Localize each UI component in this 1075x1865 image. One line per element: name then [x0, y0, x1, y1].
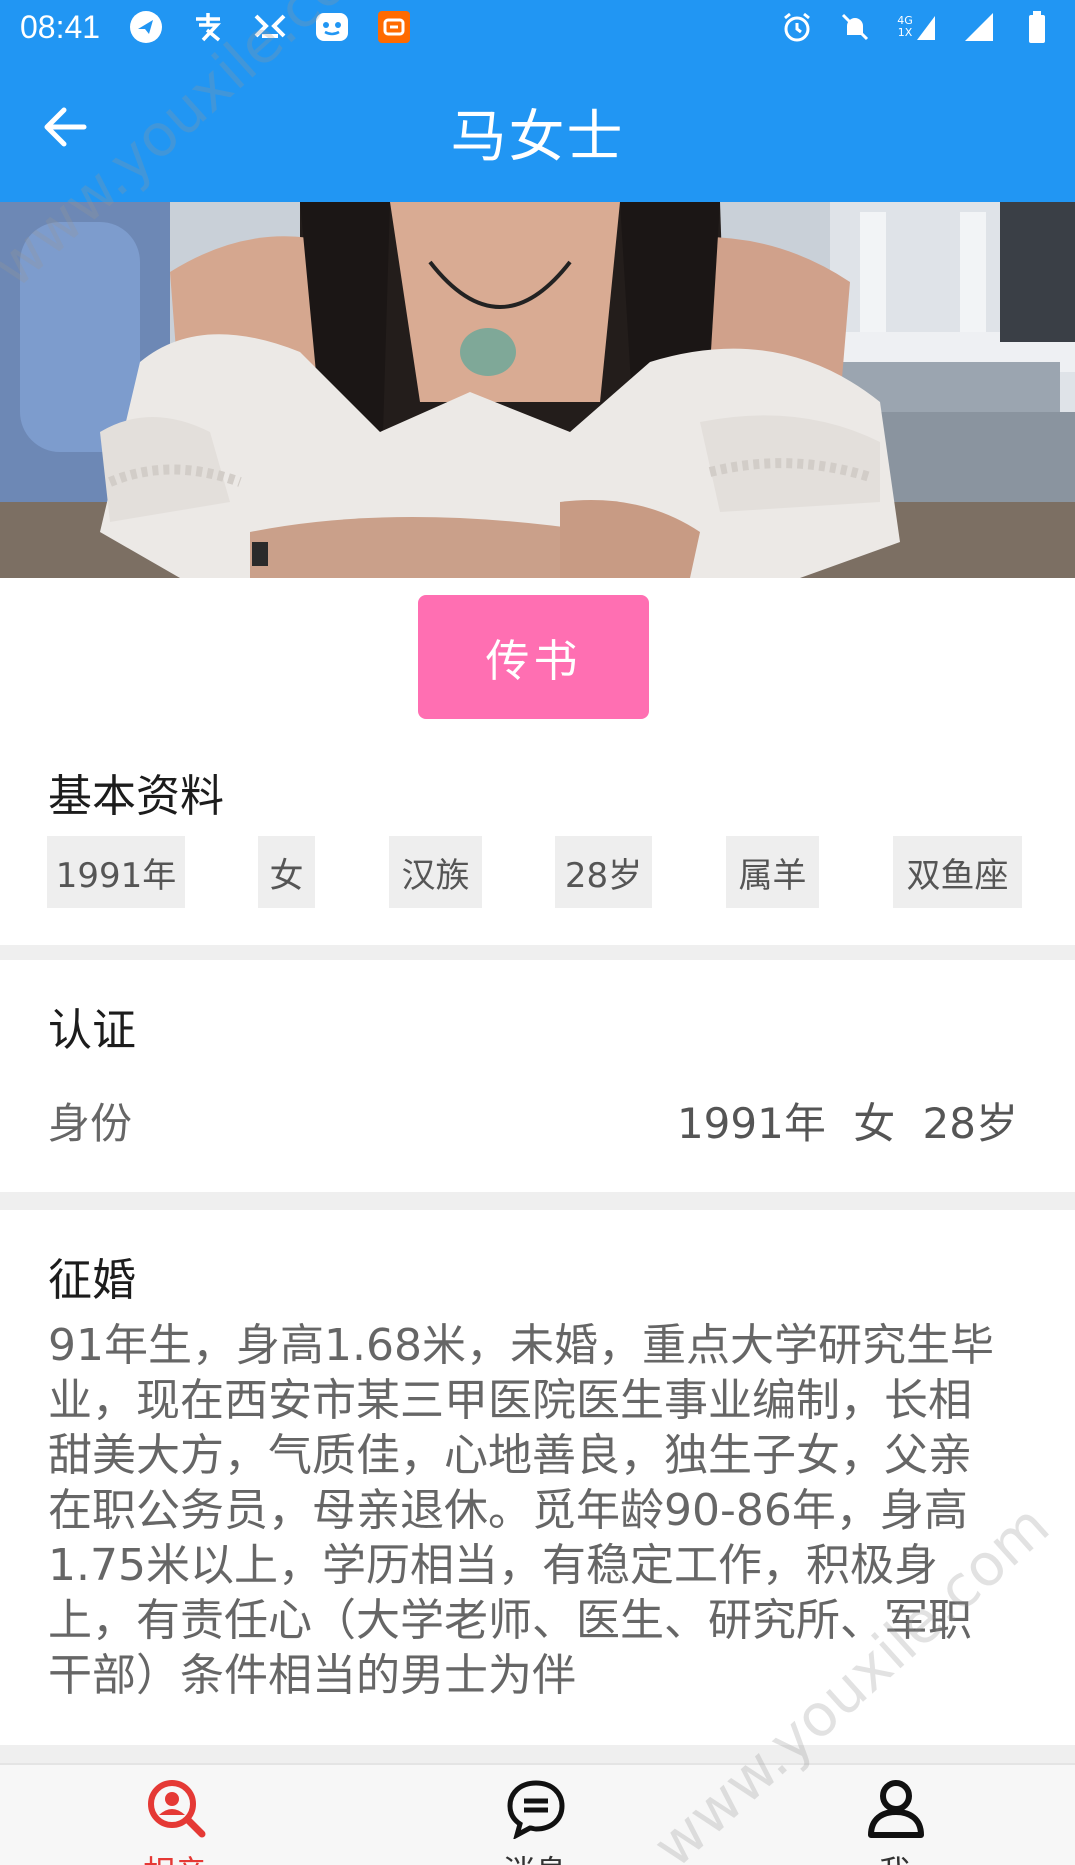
battery-icon	[1019, 9, 1055, 45]
tag-zodiac: 属羊	[726, 836, 819, 908]
basic-info-card: 传书 基本资料 1991年 女 汉族 28岁 属羊 双鱼座	[0, 578, 1075, 945]
nav-item-me[interactable]: 我	[825, 1765, 965, 1865]
taobao-icon	[376, 9, 412, 45]
nav-label-me: 我	[825, 1847, 965, 1865]
status-bar: 08:41 4G 1X	[0, 0, 1075, 54]
network-fallback-label: 1X	[897, 26, 913, 39]
alarm-icon	[779, 9, 815, 45]
tag-gender: 女	[258, 836, 315, 908]
basic-info-tags: 1991年 女 汉族 28岁 属羊 双鱼座	[0, 836, 1075, 908]
app-bird-icon	[128, 9, 164, 45]
app-bar: 马女士	[0, 54, 1075, 202]
tag-age: 28岁	[555, 836, 652, 908]
verification-value: 1991年 女 28岁	[676, 1099, 1018, 1148]
verification-title: 认证	[48, 1005, 136, 1056]
bottom-nav: 相亲 消息 我	[0, 1763, 1075, 1865]
nav-label-match: 相亲	[105, 1847, 245, 1865]
nav-item-match[interactable]: 相亲	[105, 1765, 245, 1865]
signal-4g-icon: 4G 1X	[895, 9, 939, 45]
profile-photo[interactable]	[0, 202, 1075, 578]
alipay-icon	[190, 9, 226, 45]
tag-ethnicity: 汉族	[389, 836, 482, 908]
signal-icon	[961, 9, 997, 45]
xianyu-icon	[252, 9, 288, 45]
status-system-icons: 4G 1X	[779, 9, 1055, 45]
send-letter-button[interactable]: 传书	[418, 595, 649, 719]
user-icon	[865, 1777, 927, 1839]
marriage-description: 91年生，身高1.68米，未婚，重点大学研究生毕业，现在西安市某三甲医院医生事业…	[48, 1320, 994, 1701]
marriage-card: 征婚 91年生，身高1.68米，未婚，重点大学研究生毕业，现在西安市某三甲医院医…	[0, 1210, 1075, 1745]
chat-bubble-icon	[505, 1777, 567, 1840]
notifications-off-icon	[837, 9, 873, 45]
verification-label: 身份	[48, 1099, 133, 1148]
search-person-icon	[145, 1777, 207, 1839]
tag-constellation: 双鱼座	[893, 836, 1022, 908]
marriage-title: 征婚	[48, 1255, 136, 1306]
verification-card: 认证 身份 1991年 女 28岁	[0, 960, 1075, 1192]
nav-label-messages: 消息	[465, 1847, 605, 1865]
status-notification-icons	[128, 9, 412, 45]
status-time: 08:41	[20, 8, 101, 45]
basic-info-title: 基本资料	[48, 771, 224, 822]
nav-item-messages[interactable]: 消息	[465, 1765, 605, 1865]
page-title: 马女士	[450, 105, 625, 170]
tag-birth-year: 1991年	[47, 836, 185, 908]
chat-app-icon	[314, 9, 350, 45]
